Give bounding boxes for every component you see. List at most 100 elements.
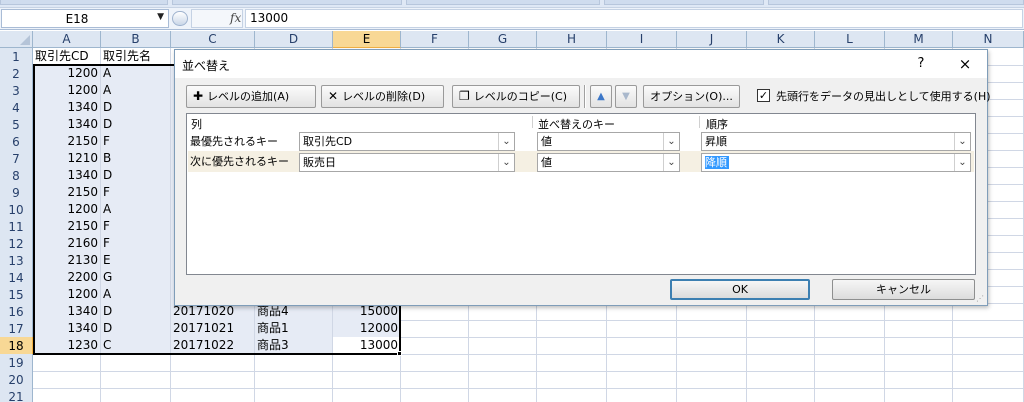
sort-order-select[interactable]: 降順 ⌄ xyxy=(701,153,971,172)
cell-h19[interactable] xyxy=(537,354,607,372)
cell-l18[interactable] xyxy=(815,337,885,355)
move-down-icon[interactable]: ▼ xyxy=(615,85,637,108)
sort-on-select[interactable]: 値 ⌄ xyxy=(537,132,680,151)
name-box[interactable]: E18 ▼ xyxy=(1,9,169,28)
chevron-down-icon[interactable]: ⌄ xyxy=(498,154,514,171)
copy-level-button[interactable]: ❐ レベルのコピー(C) xyxy=(452,85,580,108)
cell-h21[interactable] xyxy=(537,388,607,402)
cell-g17[interactable] xyxy=(469,320,537,338)
move-up-icon[interactable]: ▲ xyxy=(590,85,612,108)
cell-b8[interactable]: D xyxy=(101,167,171,185)
column-header-l[interactable]: L xyxy=(815,31,885,48)
cell-b21[interactable] xyxy=(101,388,171,402)
help-button[interactable]: ? xyxy=(913,56,929,72)
cell-k20[interactable] xyxy=(747,371,815,389)
cell-b6[interactable]: F xyxy=(101,133,171,151)
select-all-corner[interactable] xyxy=(0,31,33,48)
row-header-11[interactable]: 11 xyxy=(0,218,33,236)
cell-g19[interactable] xyxy=(469,354,537,372)
cell-a5[interactable]: 1340 xyxy=(33,116,101,134)
cell-b16[interactable]: D xyxy=(101,303,171,321)
cell-a13[interactable]: 2130 xyxy=(33,252,101,270)
cell-b7[interactable]: B xyxy=(101,150,171,168)
cell-i21[interactable] xyxy=(607,388,677,402)
row-header-5[interactable]: 5 xyxy=(0,116,33,134)
chevron-down-icon[interactable]: ⌄ xyxy=(663,154,679,171)
cell-a19[interactable] xyxy=(33,354,101,372)
cell-f20[interactable] xyxy=(401,371,469,389)
column-header-c[interactable]: C xyxy=(171,31,255,48)
cell-m20[interactable] xyxy=(885,371,953,389)
column-header-h[interactable]: H xyxy=(537,31,607,48)
cell-k17[interactable] xyxy=(747,320,815,338)
cell-a9[interactable]: 2150 xyxy=(33,184,101,202)
cell-k19[interactable] xyxy=(747,354,815,372)
chevron-down-icon[interactable]: ⌄ xyxy=(663,133,679,150)
cell-a2[interactable]: 1200 xyxy=(33,65,101,83)
row-header-13[interactable]: 13 xyxy=(0,252,33,270)
sort-order-select[interactable]: 昇順 ⌄ xyxy=(701,132,971,151)
cell-a18[interactable]: 1230 xyxy=(33,337,101,355)
cell-k18[interactable] xyxy=(747,337,815,355)
cell-l19[interactable] xyxy=(815,354,885,372)
cell-j18[interactable] xyxy=(677,337,747,355)
column-header-d[interactable]: D xyxy=(255,31,333,48)
column-header-b[interactable]: B xyxy=(101,31,171,48)
cell-b3[interactable]: A xyxy=(101,82,171,100)
cell-b2[interactable]: A xyxy=(101,65,171,83)
row-header-20[interactable]: 20 xyxy=(0,371,33,389)
sort-column-select[interactable]: 取引先CD ⌄ xyxy=(299,132,515,151)
cell-b15[interactable]: A xyxy=(101,286,171,304)
cell-a10[interactable]: 1200 xyxy=(33,201,101,219)
row-header-7[interactable]: 7 xyxy=(0,150,33,168)
cell-a6[interactable]: 2150 xyxy=(33,133,101,151)
row-header-6[interactable]: 6 xyxy=(0,133,33,151)
column-header-e[interactable]: E xyxy=(333,31,401,48)
cell-l20[interactable] xyxy=(815,371,885,389)
cell-k21[interactable] xyxy=(747,388,815,402)
row-header-12[interactable]: 12 xyxy=(0,235,33,253)
cell-a7[interactable]: 1210 xyxy=(33,150,101,168)
row-header-3[interactable]: 3 xyxy=(0,82,33,100)
cell-j17[interactable] xyxy=(677,320,747,338)
cell-f18[interactable] xyxy=(401,337,469,355)
cell-j21[interactable] xyxy=(677,388,747,402)
row-header-1[interactable]: 1 xyxy=(0,48,33,66)
column-header-k[interactable]: K xyxy=(747,31,815,48)
cell-d18[interactable]: 商品3 xyxy=(255,337,333,355)
cell-b10[interactable]: A xyxy=(101,201,171,219)
cell-b4[interactable]: D xyxy=(101,99,171,117)
sort-level-row[interactable]: 最優先されるキー 取引先CD ⌄ 値 ⌄ 昇順 ⌄ xyxy=(188,130,974,151)
cell-a16[interactable]: 1340 xyxy=(33,303,101,321)
add-level-button[interactable]: ✚ レベルの追加(A) xyxy=(186,85,316,108)
cell-a14[interactable]: 2200 xyxy=(33,269,101,287)
chevron-down-icon[interactable]: ⌄ xyxy=(954,133,970,150)
cell-a1[interactable]: 取引先CD xyxy=(33,48,101,66)
header-row-checkbox[interactable]: ✓ xyxy=(757,89,770,102)
cell-b9[interactable]: F xyxy=(101,184,171,202)
row-header-8[interactable]: 8 xyxy=(0,167,33,185)
chevron-down-icon[interactable]: ⌄ xyxy=(498,133,514,150)
cell-e21[interactable] xyxy=(333,388,401,402)
cell-n20[interactable] xyxy=(953,371,1024,389)
cell-b5[interactable]: D xyxy=(101,116,171,134)
cell-b11[interactable]: F xyxy=(101,218,171,236)
cell-i20[interactable] xyxy=(607,371,677,389)
cell-b20[interactable] xyxy=(101,371,171,389)
fill-handle[interactable] xyxy=(397,351,402,356)
cell-m19[interactable] xyxy=(885,354,953,372)
ok-button[interactable]: OK xyxy=(670,279,810,300)
resize-grip-icon[interactable]: ⋰ xyxy=(976,294,986,304)
cell-a8[interactable]: 1340 xyxy=(33,167,101,185)
column-header-m[interactable]: M xyxy=(885,31,953,48)
cell-i18[interactable] xyxy=(607,337,677,355)
row-header-15[interactable]: 15 xyxy=(0,286,33,304)
column-header-a[interactable]: A xyxy=(33,31,101,48)
chevron-down-icon[interactable]: ⌄ xyxy=(954,154,970,171)
cell-n19[interactable] xyxy=(953,354,1024,372)
cell-n21[interactable] xyxy=(953,388,1024,402)
sort-on-select[interactable]: 値 ⌄ xyxy=(537,153,680,172)
cell-j19[interactable] xyxy=(677,354,747,372)
row-header-4[interactable]: 4 xyxy=(0,99,33,117)
row-header-18[interactable]: 18 xyxy=(0,337,33,355)
